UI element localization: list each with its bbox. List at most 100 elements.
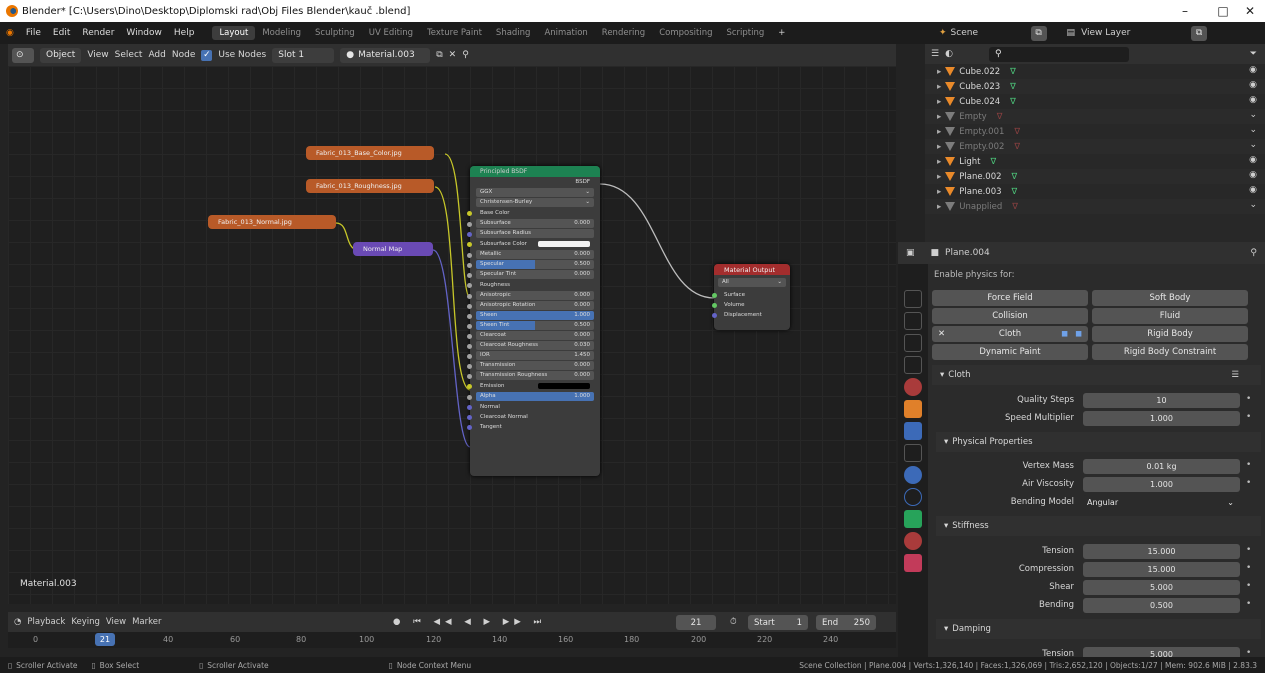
keyframe-dot-icon[interactable]: •	[1246, 478, 1251, 488]
socket-dot[interactable]	[467, 314, 472, 319]
physical-properties-header[interactable]: ▾ Physical Properties	[936, 432, 1261, 452]
soft-body-button[interactable]: Soft Body	[1092, 290, 1248, 306]
distribution-dropdown[interactable]: GGX ⌄	[476, 188, 594, 197]
bsdf-input-row[interactable]: Anisotropic Rotation 0.000	[467, 301, 594, 310]
blender-menu-icon[interactable]: ◉	[0, 28, 20, 38]
cloth-panel-header[interactable]: ▾ Cloth ☰	[932, 365, 1261, 385]
keyframe-dot-icon[interactable]: •	[1246, 460, 1251, 470]
socket-dot[interactable]	[467, 415, 472, 420]
new-scene-button[interactable]: ⧉	[1030, 25, 1047, 41]
bsdf-input-row[interactable]: Emission	[467, 381, 594, 391]
bsdf-input-row[interactable]: Roughness	[467, 280, 594, 290]
start-frame-field[interactable]: Start 1	[748, 615, 808, 630]
collision-button[interactable]: Collision	[932, 308, 1088, 324]
data-tab-icon[interactable]	[904, 510, 922, 528]
outliner-item[interactable]: ▸ Cube.022 ∇ ◉	[925, 64, 1265, 79]
editor-type-icon[interactable]: ◔	[14, 617, 21, 627]
socket-dot[interactable]	[467, 211, 472, 216]
expand-arrow-icon[interactable]: ▸	[937, 157, 941, 167]
material-copy-icon[interactable]: ⧉	[436, 50, 442, 60]
bsdf-input-row[interactable]: Clearcoat 0.000	[467, 331, 594, 340]
color-swatch[interactable]	[538, 383, 590, 389]
current-frame-field[interactable]: 21	[676, 615, 716, 630]
socket-dot[interactable]	[467, 324, 472, 329]
keyframe-dot-icon[interactable]: •	[1246, 648, 1251, 657]
outliner-search-input[interactable]: ⚲	[988, 46, 1129, 62]
visibility-eye-icon[interactable]: ⌄	[1249, 110, 1257, 120]
visibility-eye-icon[interactable]: ⌄	[1249, 140, 1257, 150]
socket-dot[interactable]	[467, 334, 472, 339]
image-texture-node-base-color[interactable]: Fabric_013_Base_Color.jpg	[306, 146, 434, 160]
visibility-eye-icon[interactable]: ◉	[1249, 155, 1257, 165]
bsdf-input-row[interactable]: Transmission Roughness 0.000	[467, 371, 594, 380]
tab-compositing[interactable]: Compositing	[652, 26, 719, 40]
shear-field[interactable]: 5.000	[1083, 580, 1240, 595]
material-selector[interactable]: ● Material.003	[340, 47, 431, 63]
close-button[interactable]: ✕	[1230, 0, 1265, 22]
socket-dot[interactable]	[467, 425, 472, 430]
bsdf-input-row[interactable]: Subsurface 0.000	[467, 219, 594, 228]
keying-menu[interactable]: Keying	[71, 617, 100, 627]
stiffness-header[interactable]: ▾ Stiffness	[936, 516, 1261, 536]
scene-selector[interactable]: Scene	[951, 28, 1031, 38]
menu-view[interactable]: View	[106, 617, 126, 627]
visibility-eye-icon[interactable]: ⌄	[1249, 125, 1257, 135]
outliner-item[interactable]: ▸ Light ∇ ◉	[925, 154, 1265, 169]
display-toggle-icon[interactable]: ◼	[1075, 329, 1082, 339]
outliner-item[interactable]: ▸ Empty ∇ ⌄	[925, 109, 1265, 124]
expand-arrow-icon[interactable]: ▸	[937, 142, 941, 152]
bsdf-input-row[interactable]: Specular 0.500	[467, 260, 594, 269]
constraints-tab-icon[interactable]	[904, 488, 922, 506]
list-icon[interactable]: ☰	[1231, 370, 1239, 380]
tool-tab-icon[interactable]	[904, 268, 922, 286]
outliner-item[interactable]: ▸ Empty.001 ∇ ⌄	[925, 124, 1265, 139]
fluid-button[interactable]: Fluid	[1092, 308, 1248, 324]
visibility-eye-icon[interactable]: ◉	[1249, 65, 1257, 75]
object-mode-dropdown[interactable]: Object	[40, 47, 82, 63]
tab-sculpting[interactable]: Sculpting	[308, 26, 362, 40]
remove-cloth-icon[interactable]: ✕	[938, 329, 945, 339]
bsdf-input-row[interactable]: Tangent	[467, 422, 594, 432]
physics-tab-icon[interactable]	[904, 466, 922, 484]
pin-icon[interactable]: ⚲	[1250, 248, 1257, 258]
outliner-item[interactable]: ▸ Plane.003 ∇ ◉	[925, 184, 1265, 199]
air-viscosity-field[interactable]: 1.000	[1083, 477, 1240, 492]
menu-window[interactable]: Window	[120, 28, 168, 38]
modifier-tab-icon[interactable]	[904, 422, 922, 440]
stopwatch-icon[interactable]: ⏱	[730, 617, 737, 627]
menu-help[interactable]: Help	[168, 28, 201, 38]
use-nodes-checkbox[interactable]: ✓	[201, 49, 213, 61]
normal-map-node[interactable]: Normal Map	[353, 242, 433, 256]
force-field-button[interactable]: Force Field	[932, 290, 1088, 306]
principled-bsdf-node[interactable]: Principled BSDF BSDF GGX ⌄ Christensen-Bu…	[467, 166, 600, 476]
bending-model-dropdown[interactable]: Angular ⌄	[1083, 495, 1240, 510]
current-frame-indicator[interactable]: 21	[95, 633, 115, 646]
tab-animation[interactable]: Animation	[537, 26, 594, 40]
socket-dot[interactable]	[467, 253, 472, 258]
bsdf-input-row[interactable]: Normal	[467, 402, 594, 412]
keyframe-dot-icon[interactable]: •	[1246, 563, 1251, 573]
material-tab-icon[interactable]	[904, 532, 922, 550]
expand-arrow-icon[interactable]: ▸	[937, 202, 941, 212]
bsdf-input-row[interactable]: Alpha 1.000	[467, 392, 594, 401]
bsdf-input-row[interactable]: Transmission 0.000	[467, 361, 594, 370]
bsdf-input-row[interactable]: Sheen Tint 0.500	[467, 321, 594, 330]
material-output-node[interactable]: Material Output All ⌄ Surface Volume Disp…	[712, 264, 790, 330]
slot-dropdown[interactable]: Slot 1	[272, 47, 335, 63]
menu-edit[interactable]: Edit	[47, 28, 76, 38]
menu-render[interactable]: Render	[76, 28, 120, 38]
world-tab-icon[interactable]	[904, 378, 922, 396]
socket-dot[interactable]	[467, 232, 472, 237]
particles-tab-icon[interactable]	[904, 444, 922, 462]
socket-displacement[interactable]: Displacement	[712, 310, 784, 320]
socket-dot[interactable]	[467, 344, 472, 349]
socket-dot[interactable]	[467, 283, 472, 288]
keyframe-dot-icon[interactable]: •	[1246, 545, 1251, 555]
compression-field[interactable]: 15.000	[1083, 562, 1240, 577]
dynamic-paint-button[interactable]: Dynamic Paint	[932, 344, 1088, 360]
editor-type-icon[interactable]: ☰	[931, 49, 939, 59]
bending-field[interactable]: 0.500	[1083, 598, 1240, 613]
view-layer-tab-icon[interactable]	[904, 334, 922, 352]
expand-arrow-icon[interactable]: ▸	[937, 127, 941, 137]
bsdf-input-row[interactable]: Specular Tint 0.000	[467, 270, 594, 279]
